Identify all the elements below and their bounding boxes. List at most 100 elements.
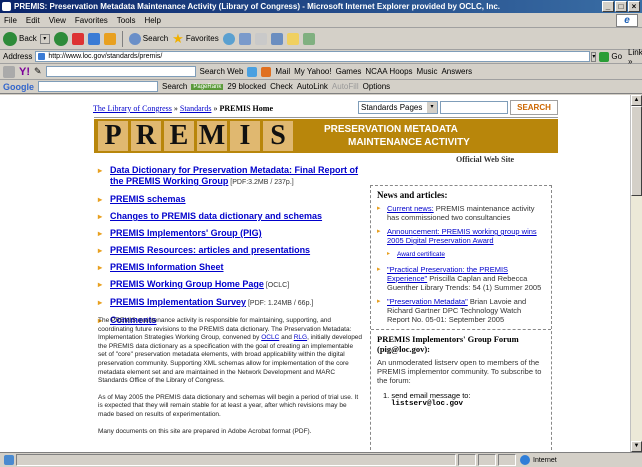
go-label: Go bbox=[611, 52, 623, 61]
intro-text: The PREMIS maintenance activity is respo… bbox=[98, 317, 363, 444]
yahoo-ncaa-button[interactable]: NCAA Hoops bbox=[365, 67, 412, 76]
options-button[interactable]: Options bbox=[363, 82, 391, 91]
pig-link[interactable]: PREMIS Implementors' Group (PIG) bbox=[110, 228, 262, 238]
yahoo-games-button[interactable]: Games bbox=[336, 67, 362, 76]
info-sheet-link[interactable]: PREMIS Information Sheet bbox=[110, 262, 224, 272]
site-search-button[interactable]: SEARCH bbox=[510, 100, 558, 115]
site-search-input[interactable] bbox=[440, 101, 508, 114]
minimize-button[interactable]: _ bbox=[602, 1, 614, 12]
schemas-link[interactable]: PREMIS schemas bbox=[110, 194, 186, 204]
status-panel bbox=[478, 454, 496, 466]
award-certificate-link[interactable]: Award certificate bbox=[397, 251, 445, 258]
pig-heading: PREMIS Implementors' Group Forum (pig@lo… bbox=[377, 334, 519, 354]
banner-line-2: MAINTENANCE ACTIVITY bbox=[348, 137, 470, 148]
vertical-scrollbar[interactable]: ▲ ▼ bbox=[630, 95, 642, 452]
plus-icon[interactable] bbox=[261, 66, 272, 77]
google-search-input[interactable] bbox=[38, 81, 158, 92]
news-list: Current news: PREMIS maintenance activit… bbox=[377, 204, 545, 324]
scroll-thumb[interactable] bbox=[631, 106, 642, 196]
menu-bar: File Edit View Favorites Tools Help bbox=[0, 13, 642, 28]
pig-forum-section: PREMIS Implementors' Group Forum (pig@lo… bbox=[371, 329, 551, 412]
news-subitem: Award certificate bbox=[377, 250, 545, 259]
breadcrumb-loc-link[interactable]: The Library of Congress bbox=[93, 104, 172, 113]
back-arrow-icon bbox=[3, 31, 17, 46]
chevron-down-icon[interactable]: ▾ bbox=[39, 33, 50, 44]
address-dropdown-icon[interactable]: ▾ bbox=[591, 51, 597, 62]
stop-icon[interactable] bbox=[71, 32, 84, 45]
mail-icon[interactable] bbox=[254, 32, 267, 45]
list-item: PREMIS Working Group Home Page [OCLC] bbox=[98, 279, 368, 291]
links-button[interactable]: Links » bbox=[628, 48, 642, 66]
yahoo-music-button[interactable]: Music bbox=[417, 67, 438, 76]
toolbar-grip-icon bbox=[3, 65, 15, 78]
highlight-icon[interactable] bbox=[247, 66, 258, 77]
go-button[interactable]: Go bbox=[599, 51, 623, 62]
oclc-link[interactable]: OCLC bbox=[261, 334, 279, 341]
preservation-metadata-link[interactable]: "Preservation Metadata" bbox=[387, 297, 468, 306]
breadcrumb-standards-link[interactable]: Standards bbox=[180, 104, 212, 113]
autofill-button[interactable]: AutoFill bbox=[332, 82, 359, 91]
refresh-icon[interactable] bbox=[87, 32, 100, 45]
yahoo-search-web-button[interactable]: Search Web bbox=[200, 67, 244, 76]
google-logo[interactable]: Google bbox=[3, 82, 34, 92]
menu-help[interactable]: Help bbox=[144, 16, 160, 25]
paragraph-text: and bbox=[279, 334, 294, 342]
announcement-link[interactable]: Announcement: PREMIS working group wins … bbox=[387, 227, 537, 245]
changes-link[interactable]: Changes to PREMIS data dictionary and sc… bbox=[110, 211, 322, 221]
status-panel bbox=[498, 454, 516, 466]
pdf-note-paragraph: Many documents on this site are prepared… bbox=[98, 427, 312, 435]
rlg-link[interactable]: RLG bbox=[294, 334, 307, 341]
messenger-icon[interactable] bbox=[302, 32, 315, 45]
menu-favorites[interactable]: Favorites bbox=[75, 16, 108, 25]
spell-check-button[interactable]: Check bbox=[270, 82, 293, 91]
popup-blocked-count[interactable]: 29 blocked bbox=[227, 82, 266, 91]
google-search-button[interactable]: Search bbox=[162, 82, 187, 91]
scroll-down-icon[interactable]: ▼ bbox=[631, 441, 642, 452]
home-icon[interactable] bbox=[103, 32, 116, 45]
scroll-up-icon[interactable]: ▲ bbox=[631, 95, 642, 106]
working-group-link[interactable]: PREMIS Working Group Home Page bbox=[110, 279, 264, 289]
yahoo-logo-icon[interactable]: Y! bbox=[19, 66, 30, 78]
history-icon[interactable] bbox=[238, 32, 251, 45]
link-note: [PDF:3.2MB / 237p.] bbox=[228, 179, 294, 186]
premis-logo: P R E M I S bbox=[98, 121, 293, 151]
yahoo-mail-button[interactable]: Mail bbox=[275, 67, 290, 76]
resources-link[interactable]: PREMIS Resources: articles and presentat… bbox=[110, 245, 310, 255]
yahoo-answers-button[interactable]: Answers bbox=[441, 67, 472, 76]
search-label: Search bbox=[142, 34, 169, 43]
menu-edit[interactable]: Edit bbox=[26, 16, 40, 25]
list-item: PREMIS Resources: articles and presentat… bbox=[98, 245, 368, 256]
yahoo-search-input[interactable] bbox=[45, 66, 196, 77]
forward-button[interactable] bbox=[53, 31, 68, 46]
media-icon[interactable] bbox=[222, 32, 235, 45]
folder-icon[interactable] bbox=[286, 32, 299, 45]
ie-app-icon bbox=[2, 2, 11, 11]
current-news-link[interactable]: Current news: bbox=[387, 204, 434, 213]
maximize-button[interactable]: □ bbox=[615, 1, 627, 12]
paragraph-text: , initially developed the PREMIS data di… bbox=[98, 334, 363, 385]
page-icon bbox=[4, 455, 14, 465]
google-toolbar: Google Search PageRank 29 blocked Check … bbox=[0, 80, 642, 94]
link-note: [PDF: 1.24MB / 66p.] bbox=[246, 300, 314, 307]
yahoo-my-yahoo-button[interactable]: My Yahoo! bbox=[294, 67, 332, 76]
search-scope-select[interactable]: Standards Pages ▾ bbox=[358, 101, 438, 114]
menu-tools[interactable]: Tools bbox=[117, 16, 136, 25]
menu-file[interactable]: File bbox=[4, 16, 17, 25]
back-button[interactable]: Back ▾ bbox=[3, 31, 50, 46]
pig-description: An unmoderated listserv open to members … bbox=[377, 358, 542, 385]
listserv-email: listserv@loc.gov bbox=[391, 400, 464, 408]
menu-view[interactable]: View bbox=[49, 16, 66, 25]
print-icon[interactable] bbox=[270, 32, 283, 45]
favorites-button[interactable]: ★ Favorites bbox=[172, 31, 219, 47]
breadcrumb: The Library of Congress » Standards » PR… bbox=[93, 104, 273, 113]
breadcrumb-separator: » bbox=[171, 104, 180, 113]
survey-link[interactable]: PREMIS Implementation Survey bbox=[110, 297, 246, 307]
pencil-icon[interactable]: ✎ bbox=[34, 66, 42, 77]
search-button[interactable]: Search bbox=[128, 32, 169, 45]
autolink-button[interactable]: AutoLink bbox=[297, 82, 328, 91]
news-box: News and articles: Current news: PREMIS … bbox=[370, 185, 552, 452]
close-button[interactable]: × bbox=[628, 1, 640, 12]
address-input[interactable]: http://www.loc.gov/standards/premis/ bbox=[35, 51, 591, 62]
status-panel bbox=[458, 454, 476, 466]
address-bar: Address http://www.loc.gov/standards/pre… bbox=[0, 48, 642, 66]
